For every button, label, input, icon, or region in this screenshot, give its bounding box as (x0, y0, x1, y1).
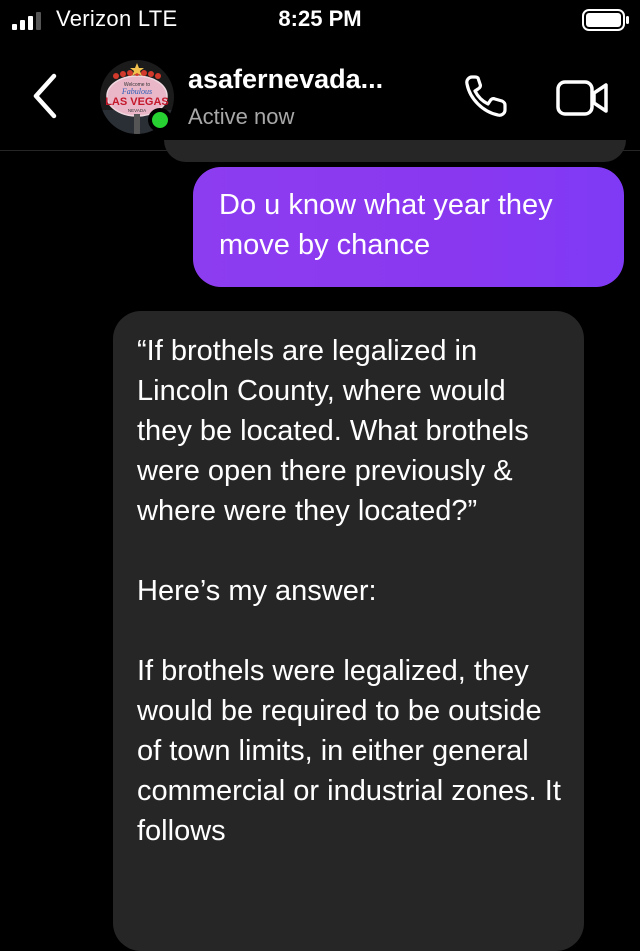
received-message-paragraph-3: If brothels were legalized, they would b… (137, 655, 561, 847)
clock: 8:25 PM (278, 6, 362, 31)
received-message-bubble[interactable]: “If brothels are legalized in Lincoln Co… (113, 311, 584, 951)
received-message-paragraph-2: Here’s my answer: (137, 575, 377, 607)
received-message-paragraph-1: “If brothels are legalized in Lincoln Co… (137, 335, 529, 527)
phone-icon[interactable] (462, 72, 510, 120)
avatar-line-3: LAS VEGAS (105, 96, 169, 108)
online-status-dot (148, 108, 172, 132)
sent-message-text: Do u know what year they move by chance (219, 189, 553, 261)
battery-icon (582, 9, 629, 31)
chat-header: Welcome to Fabulous LAS VEGAS NEVADA asa… (0, 42, 640, 150)
avatar-line-2: Fabulous (121, 87, 152, 96)
presence-status: Active now (188, 104, 295, 129)
contact-name[interactable]: asafernevada... (188, 64, 383, 95)
video-camera-icon[interactable] (556, 78, 610, 118)
avatar-line-4: NEVADA (128, 108, 146, 113)
status-bar: Verizon LTE 8:25 PM (0, 0, 640, 42)
sent-message-bubble[interactable]: Do u know what year they move by chance (193, 167, 624, 287)
previous-message-bubble[interactable] (164, 140, 626, 162)
back-chevron-icon[interactable] (30, 72, 60, 120)
